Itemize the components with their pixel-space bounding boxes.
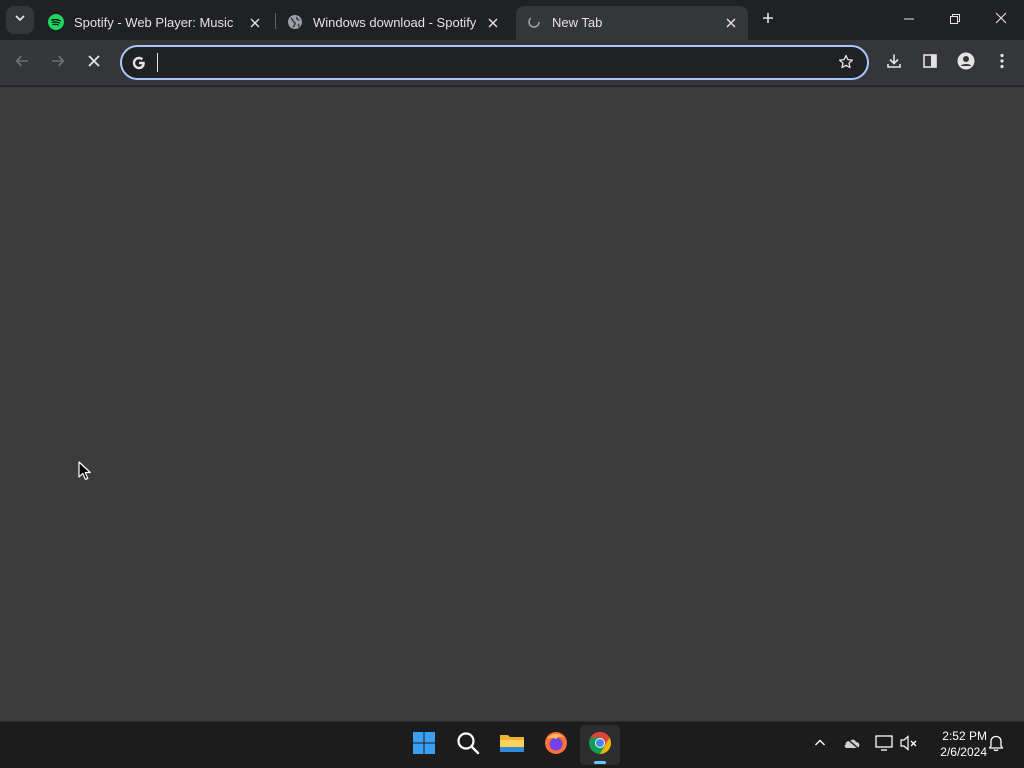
start-button[interactable]: [404, 725, 444, 765]
address-input[interactable]: [156, 51, 826, 74]
clock-date: 2/6/2024: [940, 745, 987, 759]
chevron-down-icon: [14, 11, 26, 29]
screen: Spotify - Web Player: Music for Windows …: [0, 0, 1024, 768]
network-icon: [875, 734, 893, 756]
profile-button[interactable]: [950, 47, 982, 79]
new-tab-button[interactable]: [756, 8, 780, 32]
close-icon: [995, 11, 1007, 29]
search-icon: [456, 731, 480, 760]
cloud-offline-icon: [843, 735, 861, 755]
stop-loading-button[interactable]: [78, 47, 110, 79]
tab-close-button[interactable]: [246, 14, 264, 32]
person-icon: [957, 52, 975, 75]
mouse-cursor-icon: [78, 461, 92, 486]
tab-search-button[interactable]: [6, 6, 34, 34]
restore-icon: [950, 11, 960, 29]
tab-title: Windows download - Spotify: [313, 15, 477, 30]
taskbar-search-button[interactable]: [448, 725, 488, 765]
tab-separator: [275, 13, 276, 29]
show-hidden-icons-button[interactable]: [809, 734, 831, 756]
arrow-right-icon: [50, 53, 66, 74]
onedrive-tray-button[interactable]: [841, 734, 863, 756]
address-bar[interactable]: [120, 45, 869, 80]
download-icon: [886, 53, 902, 74]
close-window-button[interactable]: [978, 0, 1024, 40]
active-app-indicator: [594, 761, 606, 764]
taskbar-clock[interactable]: 2:52 PM 2/6/2024: [925, 728, 987, 760]
start-icon: [412, 731, 436, 760]
chevron-up-icon: [814, 736, 826, 754]
minimize-icon: [904, 11, 914, 29]
bell-icon: [988, 734, 1004, 757]
close-icon: [88, 54, 100, 72]
tab-windows-download[interactable]: Windows download - Spotify: [277, 6, 511, 40]
volume-muted-icon: [900, 734, 918, 756]
google-g-icon: [130, 54, 148, 72]
tab-spotify-web-player[interactable]: Spotify - Web Player: Music for: [38, 6, 272, 40]
tab-close-button[interactable]: [484, 14, 502, 32]
network-tray-button[interactable]: [873, 734, 895, 756]
bookmark-star-button[interactable]: [834, 52, 858, 76]
tab-strip: Spotify - Web Player: Music for Windows …: [0, 0, 1024, 40]
page-content: [0, 87, 1024, 721]
downloads-button[interactable]: [878, 47, 910, 79]
menu-button[interactable]: [986, 47, 1018, 79]
notifications-button[interactable]: [985, 734, 1007, 756]
close-icon: [726, 16, 736, 31]
restore-button[interactable]: [932, 0, 978, 40]
clock-time: 2:52 PM: [942, 729, 987, 743]
file-explorer-icon: [499, 732, 525, 759]
arrow-left-icon: [14, 53, 30, 74]
volume-tray-button[interactable]: [898, 734, 920, 756]
tab-title: New Tab: [552, 15, 603, 30]
plus-icon: [762, 11, 774, 29]
side-panel-icon: [922, 53, 938, 74]
chrome-button[interactable]: [580, 725, 620, 765]
browser-toolbar: [0, 40, 1024, 86]
chrome-icon: [588, 731, 612, 760]
loading-icon: [526, 14, 542, 30]
taskbar: 2:52 PM 2/6/2024: [0, 721, 1024, 768]
text-caret: [157, 53, 158, 72]
tab-new-tab[interactable]: New Tab: [516, 6, 748, 40]
star-icon: [838, 54, 854, 75]
back-button[interactable]: [6, 47, 38, 79]
side-panel-button[interactable]: [914, 47, 946, 79]
tab-close-button[interactable]: [722, 14, 740, 32]
tab-title: Spotify - Web Player: Music for: [74, 15, 236, 30]
close-icon: [250, 16, 260, 31]
spotify-icon: [48, 14, 64, 30]
globe-icon: [287, 14, 303, 30]
file-explorer-button[interactable]: [492, 725, 532, 765]
minimize-button[interactable]: [886, 0, 932, 40]
more-vert-icon: [1000, 53, 1004, 74]
firefox-icon: [544, 731, 568, 760]
firefox-button[interactable]: [536, 725, 576, 765]
close-icon: [488, 16, 498, 31]
forward-button[interactable]: [42, 47, 74, 79]
